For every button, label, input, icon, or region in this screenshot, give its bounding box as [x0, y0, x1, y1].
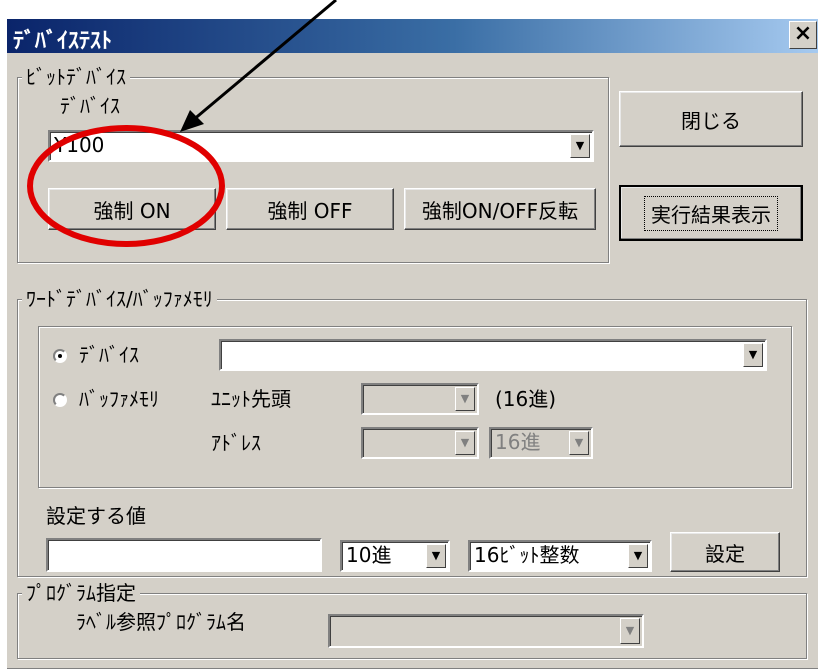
data-type-combobox[interactable]: 16ﾋﾞｯﾄ整数 ▼ [468, 540, 652, 572]
word-device-group-label: ﾜｰﾄﾞﾃﾞﾊﾞｲｽ/ﾊﾞｯﾌｧﾒﾓﾘ [22, 288, 217, 310]
label-ref-program-label: ﾗﾍﾞﾙ参照ﾌﾟﾛｸﾞﾗﾑ名 [76, 610, 246, 634]
radio-device[interactable] [53, 349, 67, 363]
word-device-combobox[interactable]: ▼ [219, 339, 767, 371]
chevron-down-icon[interactable]: ▼ [620, 618, 640, 644]
chevron-down-icon[interactable]: ▼ [426, 544, 446, 568]
data-type-value: 16ﾋﾞｯﾄ整数 [474, 543, 580, 567]
chevron-down-icon[interactable]: ▼ [628, 544, 648, 568]
set-value-label: 設定する値 [46, 504, 146, 528]
unit-hex-note: (16進) [495, 387, 557, 411]
address-label: ｱﾄﾞﾚｽ [211, 431, 261, 455]
show-result-label: 実行結果表示 [644, 195, 778, 231]
chevron-down-icon[interactable]: ▼ [570, 134, 590, 158]
bit-device-combobox[interactable]: Y100 ▼ [48, 130, 594, 162]
radix-value: 10進 [346, 543, 392, 567]
close-window-button[interactable]: × [789, 21, 817, 49]
unit-head-combobox[interactable]: ▼ [361, 383, 479, 415]
radio-device-label: ﾃﾞﾊﾞｲｽ [79, 343, 139, 367]
bit-device-group-label: ﾋﾞｯﾄﾃﾞﾊﾞｲｽ [22, 66, 130, 88]
radix-combobox[interactable]: 10進 ▼ [340, 540, 450, 572]
word-device-panel: ﾃﾞﾊﾞｲｽ ▼ ﾊﾞｯﾌｧﾒﾓﾘ ﾕﾆｯﾄ先頭 ▼ (16進) ｱﾄﾞﾚｽ ▼… [38, 326, 792, 488]
force-off-button[interactable]: 強制 OFF [226, 188, 394, 230]
program-group-label: ﾌﾟﾛｸﾞﾗﾑ指定 [22, 582, 140, 604]
radio-selected-dot [58, 354, 62, 358]
address-base-value: 16進 [495, 430, 541, 454]
device-test-dialog: ﾃﾞﾊﾞｲｽﾃｽﾄ × ﾋﾞｯﾄﾃﾞﾊﾞｲｽ ﾃﾞﾊﾞｲｽ Y100 ▼ 強制 … [6, 18, 818, 669]
force-on-button[interactable]: 強制 ON [48, 188, 216, 230]
chevron-down-icon[interactable]: ▼ [743, 343, 763, 367]
program-name-combobox[interactable]: ▼ [328, 614, 644, 648]
radio-buffer-memory[interactable] [53, 393, 67, 407]
chevron-down-icon[interactable]: ▼ [569, 431, 589, 455]
word-device-group: ﾜｰﾄﾞﾃﾞﾊﾞｲｽ/ﾊﾞｯﾌｧﾒﾓﾘ ﾃﾞﾊﾞｲｽ ▼ ﾊﾞｯﾌｧﾒﾓﾘ ﾕﾆ… [17, 288, 807, 577]
address-combobox[interactable]: ▼ [361, 427, 479, 459]
bit-device-group: ﾋﾞｯﾄﾃﾞﾊﾞｲｽ ﾃﾞﾊﾞｲｽ Y100 ▼ 強制 ON 強制 OFF 強制… [17, 66, 609, 263]
show-result-button[interactable]: 実行結果表示 [619, 185, 803, 241]
window-title: ﾃﾞﾊﾞｲｽﾃｽﾄ [13, 29, 113, 54]
title-bar: ﾃﾞﾊﾞｲｽﾃｽﾄ × [7, 19, 818, 54]
force-toggle-button[interactable]: 強制ON/OFF反転 [404, 188, 596, 230]
chevron-down-icon[interactable]: ▼ [455, 387, 475, 411]
set-value-input[interactable] [46, 538, 322, 572]
chevron-down-icon[interactable]: ▼ [455, 431, 475, 455]
set-button[interactable]: 設定 [670, 532, 780, 572]
bit-device-label: ﾃﾞﾊﾞｲｽ [60, 94, 120, 118]
unit-head-label: ﾕﾆｯﾄ先頭 [211, 387, 291, 411]
program-group: ﾌﾟﾛｸﾞﾗﾑ指定 ﾗﾍﾞﾙ参照ﾌﾟﾛｸﾞﾗﾑ名 ▼ [17, 582, 807, 659]
radio-buffer-label: ﾊﾞｯﾌｧﾒﾓﾘ [79, 387, 159, 411]
bit-device-value: Y100 [54, 133, 105, 157]
address-base-combobox[interactable]: 16進 ▼ [489, 427, 593, 459]
close-button[interactable]: 閉じる [619, 91, 803, 147]
